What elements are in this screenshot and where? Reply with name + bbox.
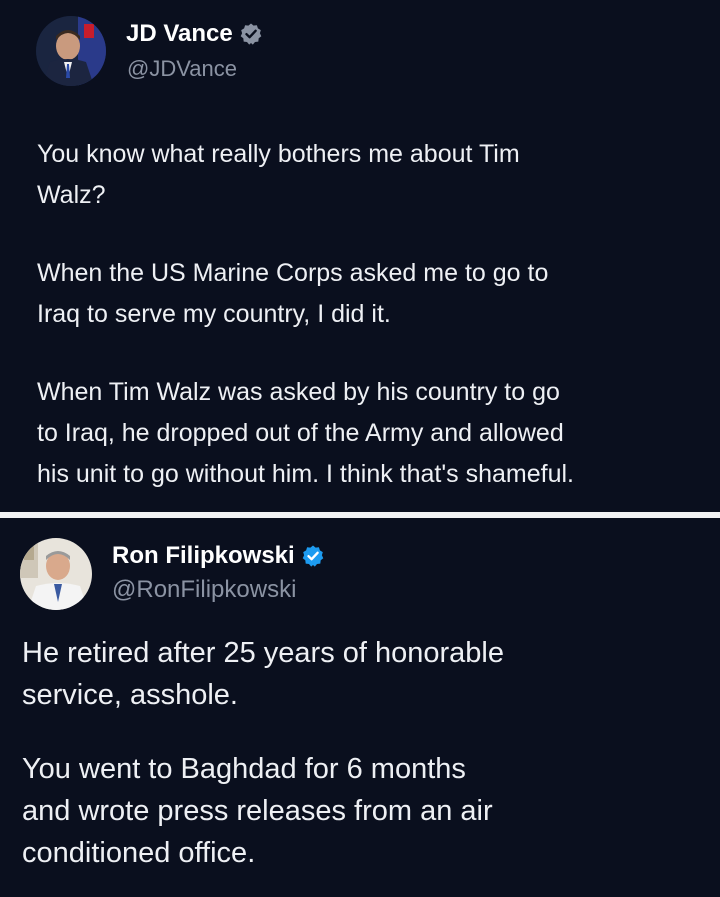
avatar-photo: [36, 16, 106, 86]
display-name[interactable]: Ron Filipkowski: [112, 542, 295, 570]
handle[interactable]: @RonFilipkowski: [112, 576, 296, 604]
handle[interactable]: @JDVance: [127, 56, 237, 82]
tweet-body: You know what really bothers me about Ti…: [37, 134, 697, 495]
tweet-body: He retired after 25 years of honorable s…: [22, 632, 702, 874]
verified-badge-icon: [302, 545, 323, 567]
name-row: Ron Filipkowski: [112, 542, 325, 570]
verified-badge-icon: [240, 23, 262, 45]
avatar[interactable]: [36, 16, 106, 86]
tweet-paragraph: You went to Baghdad for 6 months and wro…: [22, 753, 493, 869]
tweet-card-jd-vance: JD Vance @JDVance You know what really b…: [0, 0, 720, 512]
tweet-paragraph: He retired after 25 years of honorable s…: [22, 637, 504, 711]
avatar-photo: [20, 538, 92, 610]
avatar[interactable]: [20, 538, 92, 610]
name-row: JD Vance: [126, 20, 263, 48]
tweet-paragraph: When Tim Walz was asked by his country t…: [37, 378, 574, 488]
display-name[interactable]: JD Vance: [126, 20, 233, 48]
tweet-paragraph: You know what really bothers me about Ti…: [37, 140, 520, 209]
tweet-paragraph: When the US Marine Corps asked me to go …: [37, 259, 549, 328]
tweet-card-ron-filipkowski: Ron Filipkowski @RonFilipkowski He retir…: [0, 518, 720, 897]
